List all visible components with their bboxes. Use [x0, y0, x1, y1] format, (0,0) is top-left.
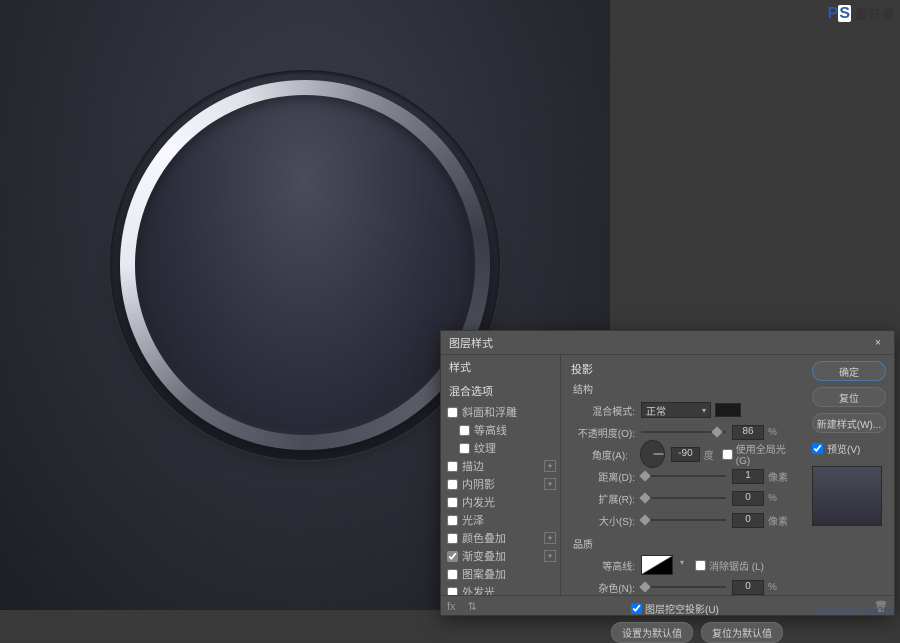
style-item-pattern-overlay[interactable]: 图案叠加: [441, 565, 560, 583]
angle-label: 角度(A):: [571, 447, 634, 462]
default-buttons: 设置为默认值 复位为默认值: [611, 622, 794, 643]
size-slider[interactable]: [641, 519, 726, 521]
add-icon[interactable]: +: [544, 532, 556, 544]
anti-alias-checkbox[interactable]: 消除锯齿 (L): [695, 558, 764, 573]
spread-label: 扩展(R):: [571, 491, 641, 506]
watermark-logo: PS 爱好者: [828, 4, 894, 23]
angle-input[interactable]: -90: [671, 447, 700, 462]
dialog-body: 样式 混合选项 斜面和浮雕 等高线 纹理 描边+ 内阴影+ 内发光 光泽 颜色叠…: [441, 355, 894, 595]
dialog-header[interactable]: 图层样式 ×: [441, 331, 894, 355]
distance-slider[interactable]: [641, 475, 726, 477]
blend-mode-label: 混合模式:: [571, 403, 641, 418]
style-item-inner-shadow[interactable]: 内阴影+: [441, 475, 560, 493]
settings-column: 投影 结构 混合模式: 正常 不透明度(O): 86 % 角度(A): -90 …: [561, 355, 804, 595]
checkbox[interactable]: [447, 533, 458, 544]
quality-heading: 品质: [573, 536, 794, 551]
distance-input[interactable]: 1: [732, 469, 764, 484]
distance-row: 距离(D): 1 像素: [571, 466, 794, 486]
add-icon[interactable]: +: [544, 550, 556, 562]
actions-column: 确定 复位 新建样式(W)... 预览(V): [804, 355, 894, 595]
noise-label: 杂色(N):: [571, 580, 641, 595]
checkbox[interactable]: [447, 551, 458, 562]
style-item-color-overlay[interactable]: 颜色叠加+: [441, 529, 560, 547]
checkbox[interactable]: [447, 587, 458, 596]
checkbox[interactable]: [447, 461, 458, 472]
style-item-outer-glow[interactable]: 外发光: [441, 583, 560, 595]
styles-heading[interactable]: 样式: [441, 355, 560, 379]
contour-picker[interactable]: [641, 555, 673, 575]
opacity-input[interactable]: 86: [732, 425, 764, 440]
opacity-slider[interactable]: [641, 431, 726, 433]
checkbox[interactable]: [447, 479, 458, 490]
blend-mode-row: 混合模式: 正常: [571, 400, 794, 420]
contour-label: 等高线:: [571, 558, 641, 573]
close-icon[interactable]: ×: [870, 335, 886, 351]
checkbox[interactable]: [459, 443, 470, 454]
watermark-url: www.psahz.com: [813, 604, 892, 616]
global-light-checkbox[interactable]: 使用全局光 (G): [722, 441, 794, 467]
opacity-row: 不透明度(O): 86 %: [571, 422, 794, 442]
effects-list: 斜面和浮雕 等高线 纹理 描边+ 内阴影+ 内发光 光泽 颜色叠加+ 渐变叠加+…: [441, 403, 560, 595]
fx-icon[interactable]: fx: [447, 601, 456, 613]
styles-list-column: 样式 混合选项 斜面和浮雕 等高线 纹理 描边+ 内阴影+ 内发光 光泽 颜色叠…: [441, 355, 561, 595]
style-item-inner-glow[interactable]: 内发光: [441, 493, 560, 511]
preview-checkbox[interactable]: 预览(V): [812, 441, 886, 456]
style-item-satin[interactable]: 光泽: [441, 511, 560, 529]
layer-style-dialog: 图层样式 × 样式 混合选项 斜面和浮雕 等高线 纹理 描边+ 内阴影+ 内发光…: [440, 330, 895, 616]
circle-lens: [135, 95, 475, 435]
contour-row: 等高线: 消除锯齿 (L): [571, 555, 794, 575]
size-label: 大小(S):: [571, 513, 641, 528]
effect-name: 投影: [571, 361, 794, 377]
style-item-gradient-overlay[interactable]: 渐变叠加+: [441, 547, 560, 565]
preview-thumbnail: [812, 466, 882, 526]
add-icon[interactable]: +: [544, 460, 556, 472]
style-item-stroke[interactable]: 描边+: [441, 457, 560, 475]
style-item-contour[interactable]: 等高线: [441, 421, 560, 439]
make-default-button[interactable]: 设置为默认值: [611, 622, 693, 643]
knockout-checkbox[interactable]: 图层挖空投影(U): [631, 601, 794, 616]
checkbox[interactable]: [447, 407, 458, 418]
cancel-button[interactable]: 复位: [812, 387, 886, 407]
ps-logo-icon: PS: [828, 5, 851, 23]
spread-input[interactable]: 0: [732, 491, 764, 506]
blend-mode-dropdown[interactable]: 正常: [641, 402, 711, 418]
arrow-up-down-icon[interactable]: ⇅: [468, 600, 477, 613]
angle-dial[interactable]: [640, 440, 665, 468]
shadow-color-swatch[interactable]: [715, 403, 741, 417]
style-item-texture[interactable]: 纹理: [441, 439, 560, 457]
structure-heading: 结构: [573, 381, 794, 396]
checkbox[interactable]: [447, 515, 458, 526]
new-style-button[interactable]: 新建样式(W)...: [812, 413, 886, 433]
checkbox[interactable]: [447, 497, 458, 508]
watermark-text: 爱好者: [855, 4, 894, 23]
size-input[interactable]: 0: [732, 513, 764, 528]
noise-slider[interactable]: [641, 586, 726, 588]
distance-label: 距离(D):: [571, 469, 641, 484]
checkbox[interactable]: [447, 569, 458, 580]
spread-slider[interactable]: [641, 497, 726, 499]
spread-row: 扩展(R): 0 %: [571, 488, 794, 508]
reset-default-button[interactable]: 复位为默认值: [701, 622, 783, 643]
angle-row: 角度(A): -90 度 使用全局光 (G): [571, 444, 794, 464]
noise-input[interactable]: 0: [732, 580, 764, 595]
checkbox[interactable]: [459, 425, 470, 436]
style-item-bevel[interactable]: 斜面和浮雕: [441, 403, 560, 421]
dialog-title: 图层样式: [449, 335, 493, 351]
size-row: 大小(S): 0 像素: [571, 510, 794, 530]
opacity-label: 不透明度(O):: [571, 425, 641, 440]
ok-button[interactable]: 确定: [812, 361, 886, 381]
blend-options-item[interactable]: 混合选项: [441, 379, 560, 403]
add-icon[interactable]: +: [544, 478, 556, 490]
noise-row: 杂色(N): 0 %: [571, 577, 794, 597]
